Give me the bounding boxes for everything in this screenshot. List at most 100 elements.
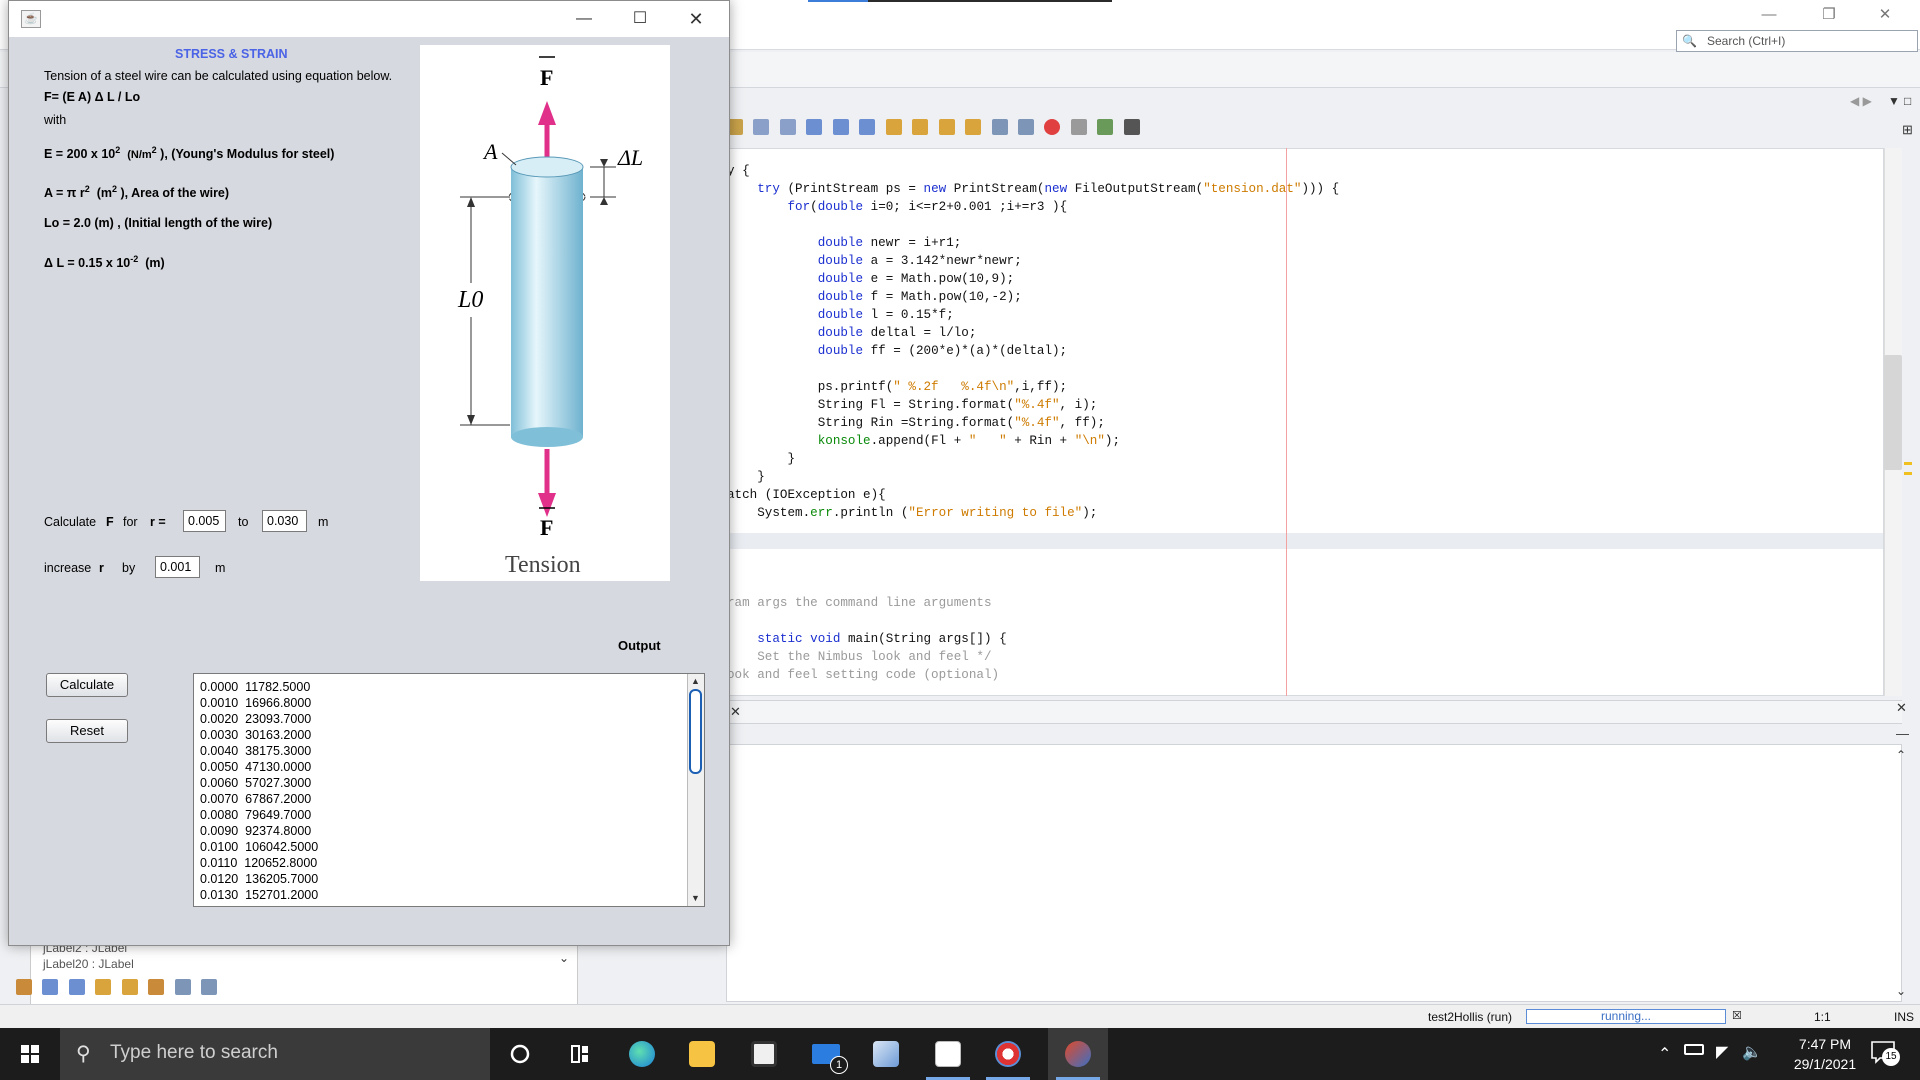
find-next-icon[interactable] (859, 118, 876, 135)
sort-icon[interactable] (201, 978, 218, 995)
clock-date[interactable]: 29/1/2021 (1770, 1056, 1880, 1072)
scroll-down-arrow-icon[interactable]: ▼ (691, 893, 700, 903)
palette-icon[interactable] (16, 978, 32, 995)
output-row: 0.0020 23093.7000 (200, 712, 312, 726)
separator-icon[interactable] (68, 978, 85, 995)
battery-icon[interactable] (1684, 1044, 1704, 1055)
ide-minimize-icon[interactable]: — (1746, 4, 1792, 26)
code-editor[interactable]: y { try (PrintStream ps = new PrintStrea… (726, 148, 1884, 696)
output-scrollbar-thumb[interactable] (689, 689, 702, 774)
mail-app[interactable]: 1 (796, 1028, 856, 1080)
cube-icon (873, 1041, 899, 1067)
record-macro-icon[interactable] (1044, 118, 1061, 135)
java-app[interactable] (918, 1028, 978, 1080)
error-stripe-mark-2[interactable] (1904, 472, 1912, 475)
volume-icon[interactable]: 🔈 (1742, 1042, 1762, 1062)
back-icon[interactable] (753, 118, 770, 135)
wifi-icon[interactable]: ◤ (1716, 1042, 1728, 1062)
status-project[interactable]: test2Hollis (run) (1428, 1010, 1512, 1024)
r-step-input[interactable]: 0.001 (155, 556, 200, 578)
minimize-output-icon[interactable]: — (1896, 726, 1909, 741)
next-bookmark-icon[interactable] (965, 118, 982, 135)
navigator-item[interactable]: jLabel20 : JLabel (43, 957, 134, 971)
close-icon[interactable]: ✕ (673, 6, 719, 32)
shape-icon[interactable] (121, 978, 138, 995)
youngs-modulus-definition: E = 200 x 102 (N/m2 ), (Young's Modulus … (44, 145, 334, 161)
ide-nav-arrows-icon[interactable]: ◀ ▶ (1850, 94, 1872, 108)
ide-close-icon[interactable]: ✕ (1862, 4, 1908, 26)
notification-center-button[interactable]: 15 (1870, 1040, 1900, 1066)
maximize-icon[interactable]: ☐ (617, 6, 663, 32)
code-line: y { (727, 164, 750, 178)
minimize-icon[interactable]: — (561, 6, 607, 32)
window-title-bar[interactable]: ☕ — ☐ ✕ (9, 1, 729, 37)
code-line: static void main(String args[]) { (757, 632, 1007, 646)
tools-icon[interactable] (148, 978, 165, 995)
toggle-highlight-icon[interactable] (885, 118, 902, 135)
cancel-task-icon[interactable]: ☒ (1732, 1009, 1742, 1022)
cortana-button[interactable] (490, 1028, 550, 1080)
output-textarea[interactable]: 0.0000 11782.5000 0.0010 16966.8000 0.0020… (193, 673, 705, 907)
prev-bookmark-icon[interactable] (938, 118, 955, 135)
output-row: 0.0010 16966.8000 (200, 696, 312, 710)
panel-icon[interactable] (42, 978, 59, 995)
forward-icon[interactable] (779, 118, 796, 135)
netbeans-app[interactable] (1048, 1028, 1108, 1080)
find-icon[interactable] (806, 118, 823, 135)
reset-button[interactable]: Reset (46, 719, 128, 743)
ide-menu-indicator-active (808, 0, 868, 2)
scroll-down-icon[interactable]: ⌄ (1896, 984, 1906, 998)
store-app[interactable] (734, 1028, 794, 1080)
code-line: double ff = (200*e)*(a)*(deltal); (817, 344, 1068, 358)
ide-search-input[interactable]: 🔍 Search (Ctrl+I) (1676, 30, 1918, 52)
shift-left-icon[interactable] (991, 118, 1008, 135)
output-tab-strip: ✕ (726, 700, 1902, 724)
scroll-up-arrow-icon[interactable]: ▲ (691, 676, 700, 686)
start-button[interactable] (0, 1028, 60, 1080)
code-line: try (PrintStream ps = new PrintStream(ne… (757, 182, 1340, 196)
ide-maximize-pane-icon[interactable]: □ (1904, 94, 1911, 108)
calculate-button[interactable]: Calculate (46, 673, 128, 697)
scroll-up-icon[interactable]: ⌃ (1896, 748, 1906, 762)
code-line: System.err.println ("Error writing to fi… (727, 506, 1098, 520)
bookmark-icon[interactable] (912, 118, 929, 135)
status-progress-bar[interactable]: running... (1526, 1009, 1726, 1024)
tension-diagram: F A ΔL L0 F Tension (456, 56, 643, 578)
ide-dropdown-icon[interactable]: ▼ (1888, 94, 1900, 108)
close-tab-icon[interactable]: ✕ (730, 704, 741, 720)
delta-l-label: ΔL (617, 145, 643, 170)
chevron-down-icon[interactable]: ⌄ (559, 951, 569, 965)
equation-text: F= (E A) Δ L / Lo (44, 90, 141, 104)
code-line: ps.printf(" %.2f %.4f\n",i,ff); (727, 380, 1068, 394)
code-line: double l = 0.15*f; (817, 308, 954, 322)
error-stripe-mark[interactable] (1904, 462, 1912, 465)
r-to-input[interactable]: 0.030 (262, 510, 307, 532)
task-view-button[interactable] (550, 1028, 610, 1080)
with-text: with (44, 113, 67, 127)
output-row: 0.0130 152701.2000 (200, 888, 319, 902)
code-line: double a = 3.142*newr*newr; (817, 254, 1022, 268)
chevron-up-icon[interactable]: ⌃ (1658, 1044, 1671, 1064)
find-prev-icon[interactable] (832, 118, 849, 135)
editor-scrollbar-thumb[interactable] (1884, 355, 1902, 470)
clock-time[interactable]: 7:47 PM (1770, 1036, 1880, 1052)
align-icon[interactable] (174, 978, 191, 995)
shift-right-icon[interactable] (1017, 118, 1034, 135)
snip-app[interactable] (978, 1028, 1038, 1080)
uncomment-icon[interactable] (1123, 118, 1140, 135)
lock-icon[interactable] (95, 978, 112, 995)
comment-icon[interactable] (1097, 118, 1114, 135)
output-row: 0.0030 30163.2000 (200, 728, 312, 742)
taskbar-search-box[interactable]: ⚲ Type here to search (60, 1028, 490, 1080)
3d-viewer-app[interactable] (856, 1028, 916, 1080)
file-explorer-app[interactable] (672, 1028, 732, 1080)
r-from-input[interactable]: 0.005 (183, 510, 226, 532)
close-output-icon[interactable]: ✕ (1896, 700, 1907, 716)
ide-output-panel[interactable] (726, 744, 1902, 1002)
stop-macro-icon[interactable] (1070, 118, 1087, 135)
edge-app[interactable] (612, 1028, 672, 1080)
code-line: atch (IOException e){ (727, 488, 886, 502)
ide-restore-icon[interactable]: ❐ (1806, 4, 1852, 26)
length-arrow-top (467, 197, 475, 207)
tension-figure: F A ΔL L0 F Tension (420, 45, 670, 581)
